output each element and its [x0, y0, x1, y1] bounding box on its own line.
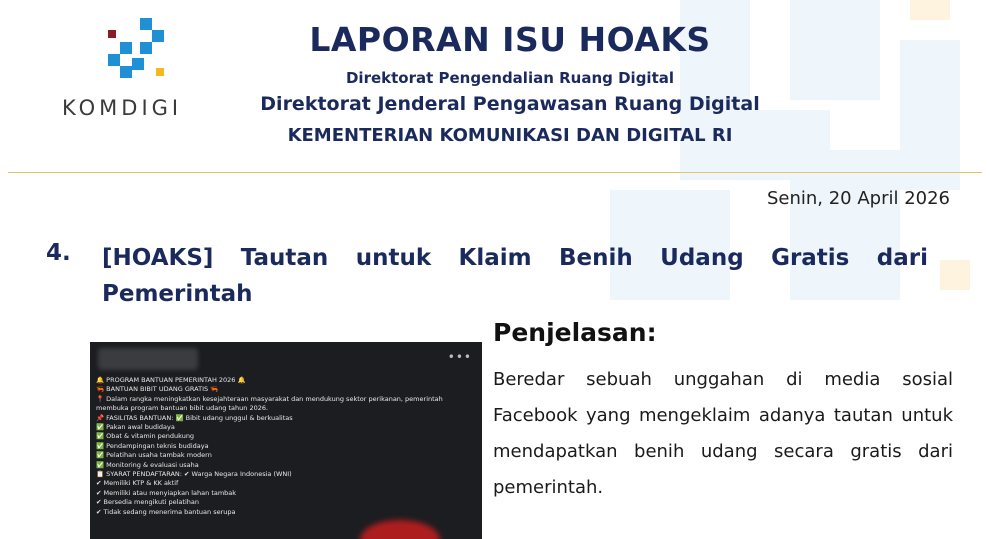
more-horizontal-icon: ••• — [447, 350, 472, 364]
post-line: ✅ Obat & vitamin pendukung — [96, 432, 195, 441]
post-text: 🔔 PROGRAM BANTUAN PEMERINTAH 2026 🔔 🦐 BAN… — [96, 376, 476, 517]
post-image-fragment — [360, 520, 440, 539]
item-title: [HOAKS] Tautan untuk Klaim Benih Udang G… — [102, 245, 928, 307]
explanation-body: Beredar sebuah unggahan di media sosial … — [493, 369, 953, 498]
post-line: 🦐 BANTUAN BIBIT UDANG GRATIS 🦐 — [96, 385, 219, 394]
item-number: 4. — [46, 240, 71, 266]
post-line: ✔ Tidak sedang menerima bantuan serupa — [96, 507, 236, 516]
komdigi-logo: KOMDIGI — [62, 18, 212, 128]
header-divider — [8, 172, 982, 173]
post-line: ✅ Monitoring & evaluasi usaha — [96, 460, 199, 469]
logo-wordmark: KOMDIGI — [62, 96, 183, 120]
report-title: LAPORAN ISU HOAKS — [309, 20, 711, 59]
facebook-post-screenshot: ••• 🔔 PROGRAM BANTUAN PEMERINTAH 2026 🔔 🦐… — [90, 342, 482, 539]
post-line: 📌 FASILITAS BANTUAN: ✅ Bibit udang unggu… — [96, 413, 293, 422]
post-line: ✔ Memiliki atau menyiapkan lahan tambak — [96, 488, 237, 497]
post-line: ✅ Pakan awal budidaya — [96, 423, 175, 432]
directorate-general-line: Direktorat Jenderal Pengawasan Ruang Dig… — [260, 93, 760, 115]
report-date: Senin, 20 April 2026 — [766, 188, 950, 209]
post-line: 📍 Dalam rangka meningkatkan kesejahteraa… — [96, 394, 443, 403]
ministry-line: KEMENTERIAN KOMUNIKASI DAN DIGITAL RI — [287, 125, 733, 146]
post-line: ✔ Bersedia mengikuti pelatihan — [96, 498, 199, 507]
komdigi-logo-mark-icon — [108, 18, 164, 78]
blurred-profile-header — [98, 348, 198, 370]
explanation-heading: Penjelasan: — [493, 318, 657, 347]
post-line: ✔ Memiliki KTP & KK aktif — [96, 479, 179, 488]
post-line: 📋 SYARAT PENDAFTARAN: ✔ Warga Negara Ind… — [96, 470, 292, 479]
post-line: ✅ Pelatihan usaha tambak modern — [96, 451, 212, 460]
post-line: membuka program bantuan bibit udang tahu… — [96, 404, 269, 413]
post-line: ✅ Pendampingan teknis budidaya — [96, 441, 209, 450]
directorate-line: Direktorat Pengendalian Ruang Digital — [345, 69, 675, 87]
post-line: 🔔 PROGRAM BANTUAN PEMERINTAH 2026 🔔 — [96, 376, 246, 384]
